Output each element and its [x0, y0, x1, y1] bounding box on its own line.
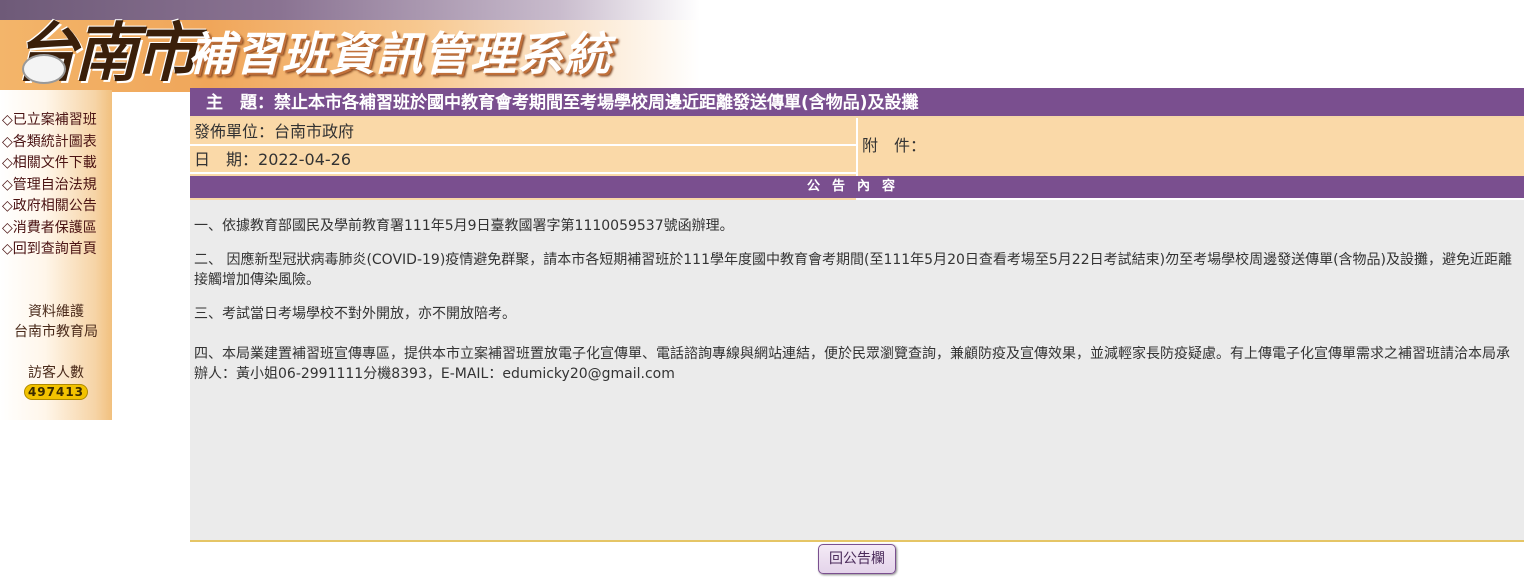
system-title: 補習班資訊管理系統	[188, 27, 611, 81]
announcement-panel: 主 題：禁止本市各補習班於國中教育會考期間至考場學校周邊近距離發送傳單(含物品)…	[190, 88, 1524, 574]
maintainer-label: 資料維護	[28, 304, 84, 320]
paragraph-4: 四、本局業建置補習班宣傳專區，提供本市立案補習班置放電子化宣傳單、電話諮詢專線與…	[194, 346, 1510, 382]
sidebar-item-consumer-protection[interactable]: ◇消費者保護區	[2, 218, 110, 240]
visitor-info: 訪客人數 497413	[0, 362, 112, 400]
sidebar-item-home[interactable]: ◇回到查詢首頁	[2, 239, 110, 261]
publisher-label: 發佈單位：	[194, 122, 275, 141]
visitor-label: 訪客人數	[28, 365, 84, 381]
paragraph-1: 一、依據教育部國民及學前教育署111年5月9日臺教國署字第1110059537號…	[194, 218, 734, 234]
subject-text: 禁止本市各補習班於國中教育會考期間至考場學校周邊近距離發送傳單(含物品)及設攤	[274, 93, 919, 113]
attachment-cell: 附 件：	[858, 118, 1524, 176]
header-banner: 台南市 補習班資訊管理系統	[0, 0, 700, 92]
content-body: 一、依據教育部國民及學前教育署111年5月9日臺教國署字第1110059537號…	[190, 200, 1524, 540]
visitor-counter: 497413	[23, 384, 89, 400]
paragraph-2: 二、 因應新型冠狀病毒肺炎(COVID-19)疫情避免群聚，請本市各短期補習班於…	[194, 252, 1513, 288]
sidebar-item-announcements[interactable]: ◇政府相關公告	[2, 196, 110, 218]
paragraph-3: 三、考試當日考場學校不對外開放，亦不開放陪考。	[194, 306, 516, 322]
sidebar-nav: ◇已立案補習班 ◇各類統計圖表 ◇相關文件下載 ◇管理自治法規 ◇政府相關公告 …	[2, 110, 110, 261]
divider	[190, 540, 1524, 542]
sidebar-item-registered-schools[interactable]: ◇已立案補習班	[2, 110, 110, 132]
date-value: 2022-04-26	[258, 150, 351, 169]
subject-label: 主 題：	[206, 93, 274, 113]
subject-bar: 主 題：禁止本市各補習班於國中教育會考期間至考場學校周邊近距離發送傳單(含物品)…	[190, 88, 1524, 118]
publisher-row: 發佈單位：台南市政府	[190, 118, 856, 146]
back-to-announcements-button[interactable]: 回公告欄	[818, 544, 896, 574]
maintainer-name: 台南市教育局	[14, 324, 98, 340]
publisher-value: 台南市政府	[274, 122, 355, 141]
maintainer-info: 資料維護 台南市教育局	[0, 302, 112, 342]
date-label: 日 期：	[194, 150, 259, 169]
mouse-icon	[22, 54, 66, 84]
date-row: 日 期：2022-04-26	[190, 146, 856, 174]
sidebar-item-statistics[interactable]: ◇各類統計圖表	[2, 132, 110, 154]
content-header: 公告內容	[190, 176, 1524, 198]
sidebar-item-regulations[interactable]: ◇管理自治法規	[2, 175, 110, 197]
sidebar-item-downloads[interactable]: ◇相關文件下載	[2, 153, 110, 175]
attachment-label: 附 件：	[862, 136, 927, 155]
